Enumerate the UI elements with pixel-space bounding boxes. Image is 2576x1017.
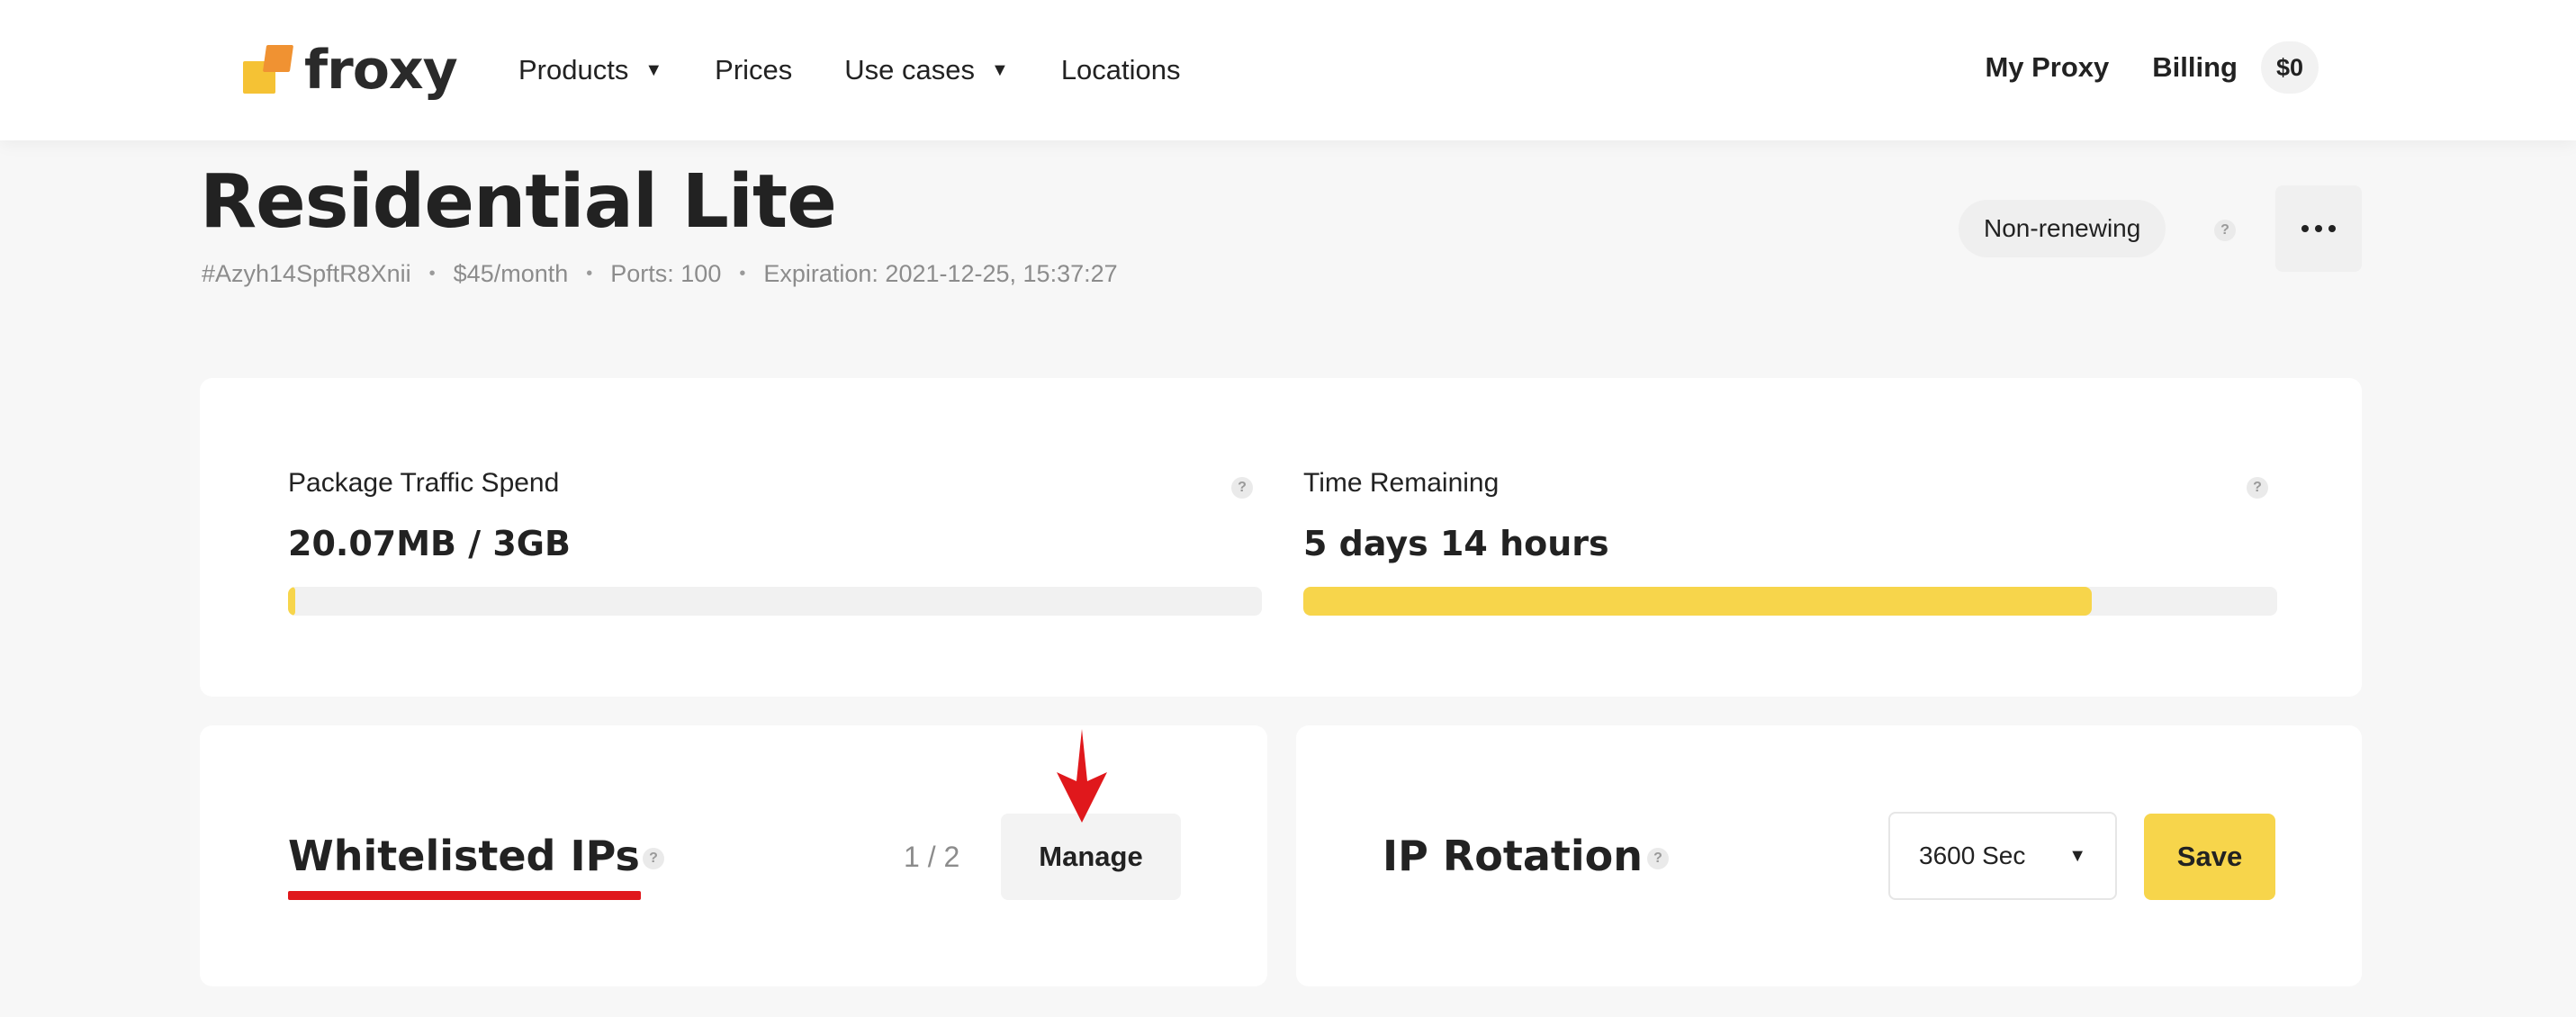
plan-id: #Azyh14SpftR8Xnii bbox=[202, 259, 411, 287]
rotation-interval-select[interactable]: 3600 Sec ▼ bbox=[1888, 812, 2117, 900]
traffic-progress-fill bbox=[288, 587, 295, 616]
red-arrow-annotation-icon bbox=[1057, 729, 1107, 823]
header-account-area: My Proxy Billing $0 bbox=[1941, 40, 2319, 95]
help-icon[interactable]: ? bbox=[2214, 220, 2236, 241]
whitelist-title: Whitelisted IPs bbox=[288, 832, 640, 880]
nav-item-prices[interactable]: Prices bbox=[715, 54, 792, 86]
save-button[interactable]: Save bbox=[2144, 814, 2275, 900]
page-title: Residential Lite bbox=[200, 159, 837, 245]
traffic-stat: Package Traffic Spend ? 20.07MB / 3GB bbox=[288, 468, 1262, 616]
plan-ports: Ports: 100 bbox=[610, 259, 722, 287]
plan-expiration: Expiration: 2021-12-25, 15:37:27 bbox=[763, 259, 1118, 287]
more-options-button[interactable] bbox=[2275, 185, 2362, 272]
usage-stats-card: Package Traffic Spend ? 20.07MB / 3GB Ti… bbox=[200, 378, 2362, 697]
more-dots-icon bbox=[2328, 225, 2336, 232]
billing-link[interactable]: Billing bbox=[2152, 51, 2238, 84]
top-header: froxy Products ▼ Prices Use cases ▼ Loca… bbox=[0, 0, 2576, 140]
froxy-logo-icon bbox=[243, 45, 294, 95]
rotation-title: IP Rotation bbox=[1383, 832, 1644, 880]
more-dots-icon bbox=[2301, 225, 2309, 232]
nav-label: Locations bbox=[1060, 54, 1181, 86]
traffic-label: Package Traffic Spend bbox=[288, 468, 560, 498]
nav-item-products[interactable]: Products ▼ bbox=[518, 54, 662, 86]
time-progress-fill bbox=[1303, 587, 2093, 616]
traffic-progress-bar bbox=[288, 587, 1262, 616]
separator-dot: • bbox=[428, 263, 436, 284]
time-label: Time Remaining bbox=[1303, 468, 1500, 498]
nav-item-use-cases[interactable]: Use cases ▼ bbox=[844, 54, 1009, 86]
help-icon[interactable]: ? bbox=[1647, 848, 1669, 869]
froxy-logo[interactable]: froxy bbox=[243, 39, 458, 102]
nav-label: Prices bbox=[715, 54, 793, 86]
help-icon[interactable]: ? bbox=[2247, 477, 2268, 499]
help-icon[interactable]: ? bbox=[643, 848, 664, 869]
rotation-selected-value: 3600 Sec bbox=[1919, 842, 2026, 869]
renewal-status-badge[interactable]: Non-renewing bbox=[1959, 200, 2166, 257]
balance-badge[interactable]: $0 bbox=[2261, 41, 2319, 94]
red-underline-annotation bbox=[288, 891, 641, 900]
nav-label: Use cases bbox=[844, 54, 976, 86]
chevron-down-icon: ▼ bbox=[2068, 846, 2086, 866]
whitelist-count: 1 / 2 bbox=[904, 841, 960, 873]
time-stat: Time Remaining ? 5 days 14 hours bbox=[1303, 468, 2277, 616]
separator-dot: • bbox=[586, 263, 593, 284]
ip-rotation-card: IP Rotation ? 3600 Sec ▼ Save bbox=[1296, 725, 2362, 986]
help-icon[interactable]: ? bbox=[1231, 477, 1253, 499]
chevron-down-icon: ▼ bbox=[991, 60, 1009, 80]
time-value: 5 days 14 hours bbox=[1303, 524, 1609, 563]
chevron-down-icon: ▼ bbox=[644, 60, 663, 80]
time-progress-bar bbox=[1303, 587, 2277, 616]
nav-label: Products bbox=[518, 54, 629, 86]
my-proxy-link[interactable]: My Proxy bbox=[1985, 51, 2109, 84]
nav-item-locations[interactable]: Locations bbox=[1061, 54, 1181, 86]
more-dots-icon bbox=[2315, 225, 2322, 232]
traffic-value: 20.07MB / 3GB bbox=[288, 524, 571, 563]
brand-name: froxy bbox=[304, 39, 458, 102]
plan-meta: #Azyh14SpftR8Xnii • $45/month • Ports: 1… bbox=[202, 256, 1118, 292]
manage-button[interactable]: Manage bbox=[1001, 814, 1181, 900]
main-nav: Products ▼ Prices Use cases ▼ Locations bbox=[518, 45, 1233, 95]
separator-dot: • bbox=[739, 263, 746, 284]
plan-price: $45/month bbox=[453, 259, 569, 287]
